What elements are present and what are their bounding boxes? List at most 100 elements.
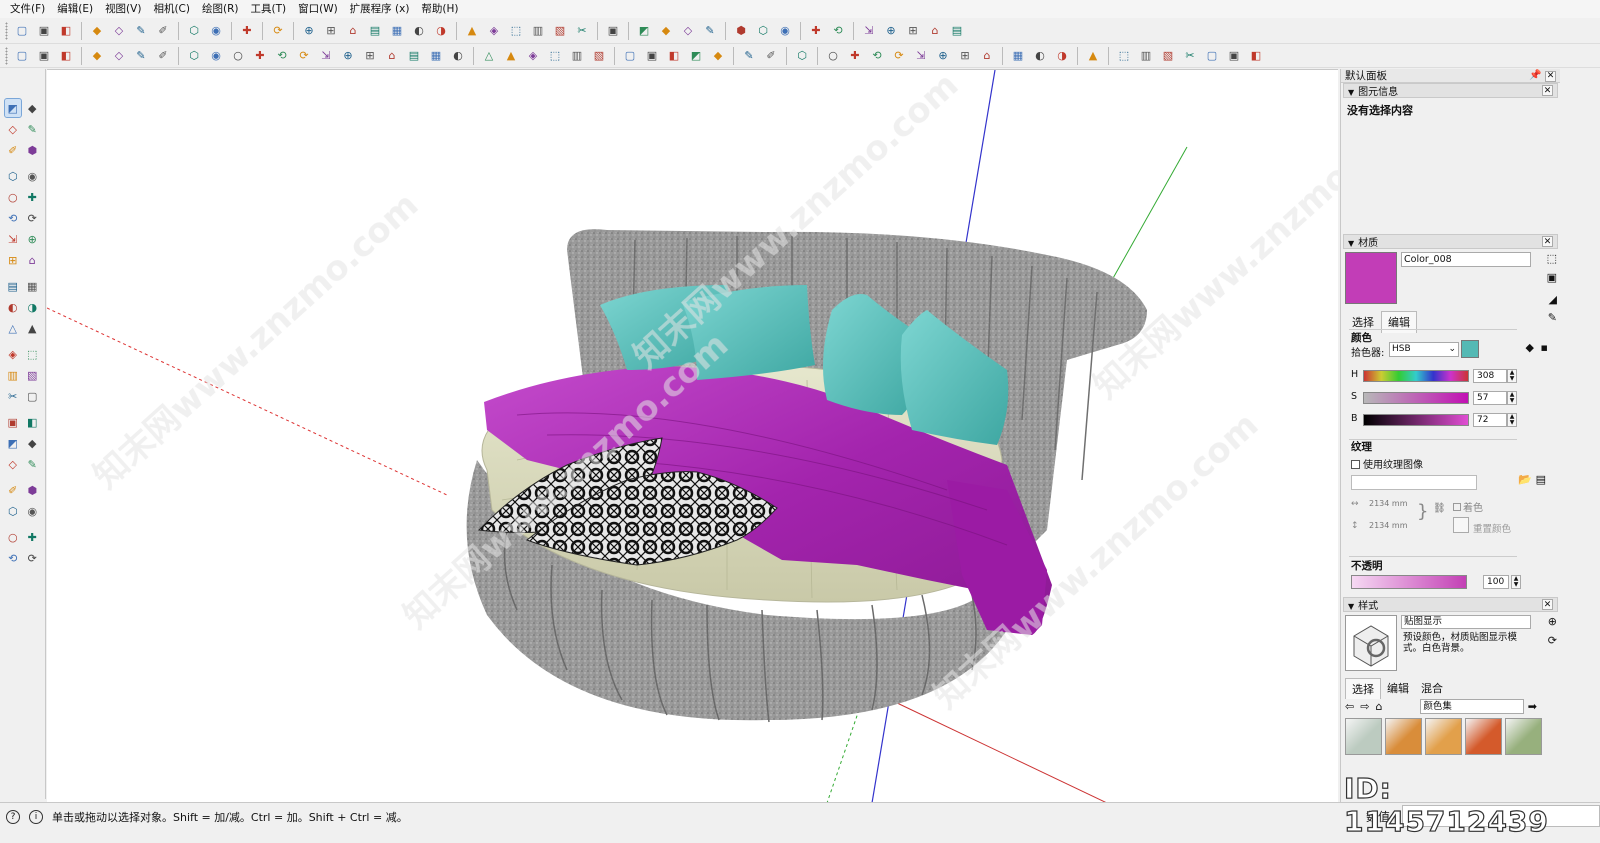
angle-icon[interactable]: ▥: [568, 46, 587, 65]
zoom-extents-icon[interactable]: ◇: [5, 455, 22, 473]
create-material-icon[interactable]: ⬚: [1547, 252, 1557, 265]
camera-a-icon[interactable]: ✎: [740, 46, 759, 65]
plugin-7-icon[interactable]: ⇲: [317, 46, 336, 65]
use-texture-checkbox[interactable]: [1351, 460, 1360, 469]
sandbox-icon[interactable]: ⊞: [904, 21, 923, 40]
style-collection-select[interactable]: 颜色集: [1420, 698, 1524, 714]
freehand-icon[interactable]: ◉: [24, 167, 41, 185]
orbit-tool-icon[interactable]: ▣: [5, 413, 22, 431]
saturation-row[interactable]: S 57 ▲ ▼: [1351, 391, 1521, 405]
texture-width[interactable]: 2134 mm: [1369, 499, 1408, 508]
bar-chart-icon[interactable]: ✐: [154, 46, 173, 65]
colorize-row[interactable]: 着色: [1453, 499, 1483, 514]
reset-color-swatch[interactable]: [1453, 517, 1469, 533]
saturation-value[interactable]: 57: [1473, 391, 1507, 405]
leaf-icon[interactable]: ◑: [1053, 46, 1072, 65]
texture-edit-icon[interactable]: ▤: [1536, 473, 1546, 486]
eraser-icon[interactable]: ✎: [24, 120, 41, 138]
pencil-icon[interactable]: ⬡: [5, 167, 22, 185]
beam-icon[interactable]: ✎: [132, 46, 151, 65]
grid-b-icon[interactable]: ▣: [35, 46, 54, 65]
rotated-rect-icon[interactable]: ✚: [24, 188, 41, 206]
text-icon[interactable]: ▧: [24, 366, 41, 384]
layer-pink-icon[interactable]: ⊕: [934, 46, 953, 65]
details-arrow-icon[interactable]: ➡: [1528, 700, 1537, 713]
curve-icon[interactable]: ◈: [524, 46, 543, 65]
tape-measure-icon[interactable]: ◈: [5, 345, 22, 363]
match-screen-icon[interactable]: ▪: [1541, 341, 1548, 354]
brightness-spinner[interactable]: ▲ ▼: [1507, 413, 1517, 427]
back-edges-icon[interactable]: ⊞: [322, 21, 341, 40]
plugin-11-icon[interactable]: ▤: [405, 46, 424, 65]
shaded-textures-icon[interactable]: ◐: [410, 21, 429, 40]
hue-slider[interactable]: [1363, 370, 1469, 382]
menu-item-3[interactable]: 相机(C): [147, 0, 196, 18]
layer-purple-icon[interactable]: ⊞: [956, 46, 975, 65]
menu-item-2[interactable]: 视图(V): [99, 0, 147, 18]
close-materials-button[interactable]: ✕: [1542, 236, 1553, 247]
scale-icon[interactable]: △: [5, 319, 22, 337]
update-style-icon[interactable]: ⟳: [1548, 634, 1557, 647]
layer-gray-icon[interactable]: ⌂: [978, 46, 997, 65]
rail-icon[interactable]: ▧: [590, 46, 609, 65]
menu-item-1[interactable]: 编辑(E): [51, 0, 99, 18]
terrain-icon[interactable]: ⌂: [926, 21, 945, 40]
toolbar-grip[interactable]: [5, 46, 8, 65]
refresh-icon[interactable]: ◧: [1247, 46, 1266, 65]
menu-item-8[interactable]: 帮助(H): [415, 0, 464, 18]
back-arrow-icon[interactable]: ⇦: [1345, 700, 1354, 713]
print-icon[interactable]: ✚: [238, 21, 257, 40]
hue-spinner[interactable]: ▲ ▼: [1507, 369, 1517, 383]
tab-style-edit[interactable]: 编辑: [1381, 678, 1415, 699]
xyz-icon[interactable]: ▥: [1137, 46, 1156, 65]
style-swatch[interactable]: [1385, 718, 1422, 755]
wave-icon[interactable]: ▲: [502, 46, 521, 65]
use-texture-row[interactable]: 使用纹理图像: [1351, 456, 1423, 471]
warehouse-icon[interactable]: ✚: [807, 21, 826, 40]
model-info-icon[interactable]: ⟳: [269, 21, 288, 40]
sandbox-c-icon[interactable]: ⟲: [5, 549, 22, 567]
rotate-icon[interactable]: ◐: [5, 298, 22, 316]
left-view-icon[interactable]: ✂: [573, 21, 592, 40]
cut-icon[interactable]: ◆: [88, 21, 107, 40]
dots-icon[interactable]: ▣: [643, 46, 662, 65]
close-entity-info-button[interactable]: ✕: [1542, 85, 1553, 96]
layer-red-icon[interactable]: ○: [824, 46, 843, 65]
back-view-icon[interactable]: ▧: [551, 21, 570, 40]
forward-arrow-icon[interactable]: ⇨: [1360, 700, 1369, 713]
tape-icon[interactable]: ⬚: [546, 46, 565, 65]
two-point-arc-icon[interactable]: ⊕: [24, 230, 41, 248]
brightness-value[interactable]: 72: [1473, 413, 1507, 427]
select-icon[interactable]: ◩: [3, 98, 22, 118]
knife-icon[interactable]: ◆: [709, 46, 728, 65]
copy-icon[interactable]: ◇: [110, 21, 129, 40]
push-pull-icon[interactable]: ▦: [24, 277, 41, 295]
picked-color-swatch[interactable]: [1461, 340, 1479, 358]
rhino-icon[interactable]: ▧: [1159, 46, 1178, 65]
style-swatch[interactable]: [1465, 718, 1502, 755]
toolbar-grip[interactable]: [5, 21, 8, 40]
cloud-icon[interactable]: ⬡: [793, 46, 812, 65]
axes-icon[interactable]: ⬢: [732, 21, 751, 40]
spray-icon[interactable]: ◩: [687, 46, 706, 65]
erase-icon[interactable]: ✐: [154, 21, 173, 40]
layer-blue-icon[interactable]: ⟲: [868, 46, 887, 65]
layer-green-icon[interactable]: ✚: [846, 46, 865, 65]
style-swatch[interactable]: [1425, 718, 1462, 755]
plugin-1-icon[interactable]: ⬡: [185, 46, 204, 65]
section-fill-icon[interactable]: ◇: [679, 21, 698, 40]
plugin-2-icon[interactable]: ◉: [207, 46, 226, 65]
brush-icon[interactable]: ⬢: [24, 141, 41, 159]
zoom-prev-icon[interactable]: ✎: [24, 455, 41, 473]
style-swatch[interactable]: [1345, 718, 1382, 755]
brightness-row[interactable]: B 72 ▲ ▼: [1351, 413, 1521, 427]
iso-view-icon[interactable]: ▲: [463, 21, 482, 40]
texture-path-field[interactable]: [1351, 475, 1477, 490]
colorize-checkbox[interactable]: [1453, 503, 1461, 511]
bridge-icon[interactable]: ▢: [621, 46, 640, 65]
paint-bucket-icon[interactable]: ◇: [5, 120, 22, 138]
zoom-icon[interactable]: ◩: [5, 434, 22, 452]
play-icon[interactable]: ✂: [1181, 46, 1200, 65]
eyedropper-icon[interactable]: ✎: [1548, 311, 1557, 324]
grid-c-icon[interactable]: ◧: [57, 46, 76, 65]
